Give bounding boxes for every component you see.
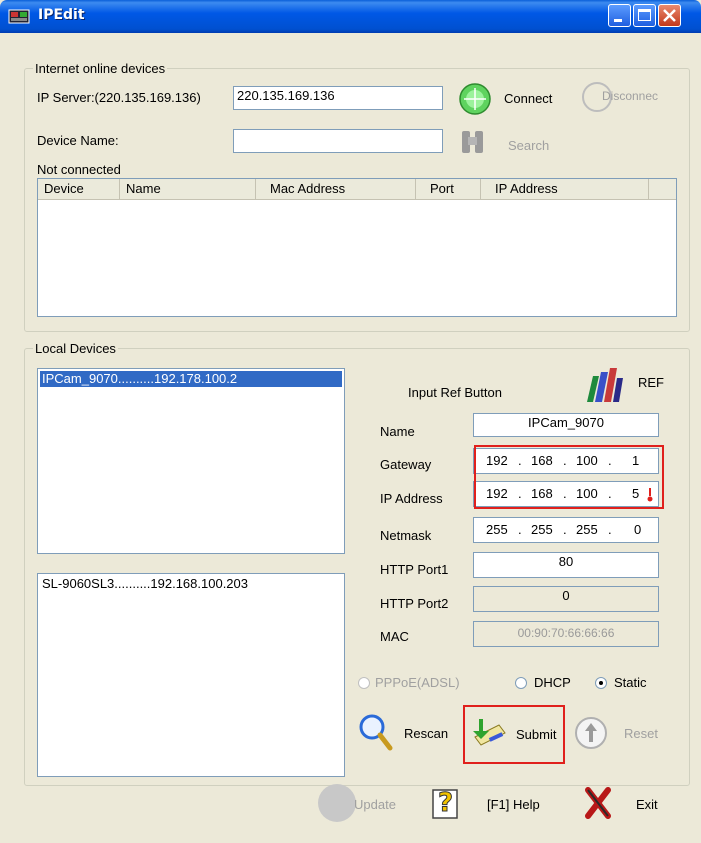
close-button[interactable] [658, 4, 681, 27]
static-label: Static [614, 675, 647, 690]
help-icon: ? [432, 788, 458, 819]
http-port1-label: HTTP Port1 [380, 562, 449, 577]
dhcp-radio[interactable] [515, 677, 527, 689]
dhcp-label: DHCP [534, 675, 571, 690]
col-mac-address[interactable]: Mac Address [256, 179, 416, 199]
rescan-label: Rescan [404, 726, 449, 741]
local-devices-list-1[interactable]: IPCam_9070..........192.178.100.2 [37, 368, 345, 554]
exit-button[interactable]: Exit [585, 782, 665, 826]
reset-button[interactable]: Reset [573, 712, 668, 756]
exit-label: Exit [636, 797, 658, 812]
col-port[interactable]: Port [416, 179, 481, 199]
update-label: Update [354, 797, 396, 812]
device-item[interactable]: SL-9060SL3..........192.168.100.203 [40, 576, 248, 591]
netmask-octet-2: 255 [531, 522, 553, 537]
col-name[interactable]: Name [120, 179, 256, 199]
static-radio-dot [599, 681, 603, 685]
connect-label: Connect [504, 91, 553, 106]
netmask-octet-4: 0 [634, 522, 642, 537]
rescan-button[interactable]: Rescan [357, 712, 457, 756]
connect-button[interactable]: Connect [458, 82, 563, 118]
device-name-input[interactable] [233, 129, 443, 153]
device-name-label: Device Name: [37, 133, 119, 148]
ip-address-label: IP Address [380, 491, 443, 506]
svg-text:?: ? [438, 788, 453, 818]
minimize-button[interactable] [608, 4, 631, 27]
magnifier-icon [359, 714, 393, 751]
pppoe-label: PPPoE(ADSL) [375, 675, 460, 690]
http-port2-input[interactable]: 0 [473, 586, 659, 612]
highlight-box-network [474, 445, 664, 509]
netmask-label: Netmask [380, 528, 432, 543]
ip-server-label: IP Server:(220.135.169.136) [37, 90, 201, 105]
ipedit-window: IPEdit Internet online devices IP Server… [0, 0, 701, 843]
minimize-icon [614, 19, 622, 22]
update-icon [318, 784, 356, 822]
disconnect-label: Disconnec [602, 89, 659, 103]
window-title: IPEdit [38, 7, 85, 23]
col-extra[interactable] [649, 179, 676, 199]
maximize-button[interactable] [633, 4, 656, 27]
http-port2-label: HTTP Port2 [380, 596, 449, 611]
netmask-dot-2: . [563, 522, 567, 537]
disconnect-button[interactable]: Disconnec [580, 80, 690, 116]
local-devices-list-2[interactable]: SL-9060SL3..........192.168.100.203 [37, 573, 345, 777]
netmask-input[interactable]: 255 . 255 . 255 . 0 [473, 517, 659, 543]
search-label: Search [508, 138, 550, 153]
help-button[interactable]: ? [F1] Help [430, 782, 545, 826]
name-input[interactable]: IPCam_9070 [473, 413, 659, 437]
pppoe-radio[interactable] [358, 677, 370, 689]
netmask-octet-1: 255 [486, 522, 508, 537]
static-radio[interactable] [595, 677, 607, 689]
reset-label: Reset [624, 726, 658, 741]
exit-icon [585, 787, 611, 819]
app-icon [8, 9, 30, 24]
close-icon [663, 9, 676, 22]
online-devices-header: Device Name Mac Address Port IP Address [38, 179, 676, 200]
device-item-selected[interactable]: IPCam_9070..........192.178.100.2 [40, 371, 342, 387]
connect-globe-icon [459, 83, 491, 115]
mac-input: 00:90:70:66:66:66 [473, 621, 659, 647]
maximize-icon [638, 9, 651, 21]
netmask-octet-3: 255 [576, 522, 598, 537]
input-ref-label: Input Ref Button [408, 385, 502, 400]
netmask-dot-1: . [518, 522, 522, 537]
mac-label: MAC [380, 629, 409, 644]
gateway-label: Gateway [380, 457, 432, 472]
binoculars-icon [462, 131, 483, 153]
ip-server-input[interactable]: 220.135.169.136 [233, 86, 443, 110]
ref-label: REF [638, 375, 664, 390]
online-devices-list[interactable]: Device Name Mac Address Port IP Address [37, 178, 677, 317]
update-button[interactable]: Update [316, 782, 416, 826]
netmask-dot-3: . [608, 522, 612, 537]
http-port1-input[interactable]: 80 [473, 552, 659, 578]
name-label: Name [380, 424, 415, 439]
highlight-box-submit [463, 705, 565, 764]
col-device[interactable]: Device [38, 179, 120, 199]
help-label: [F1] Help [487, 797, 540, 812]
connection-status: Not connected [37, 162, 121, 177]
title-bar[interactable]: IPEdit [0, 0, 701, 33]
col-ip-address[interactable]: IP Address [481, 179, 649, 199]
books-icon[interactable] [583, 362, 627, 406]
local-devices-legend: Local Devices [33, 341, 118, 356]
search-button[interactable]: Search [458, 127, 558, 161]
reset-icon [575, 717, 607, 749]
online-devices-legend: Internet online devices [33, 61, 168, 76]
